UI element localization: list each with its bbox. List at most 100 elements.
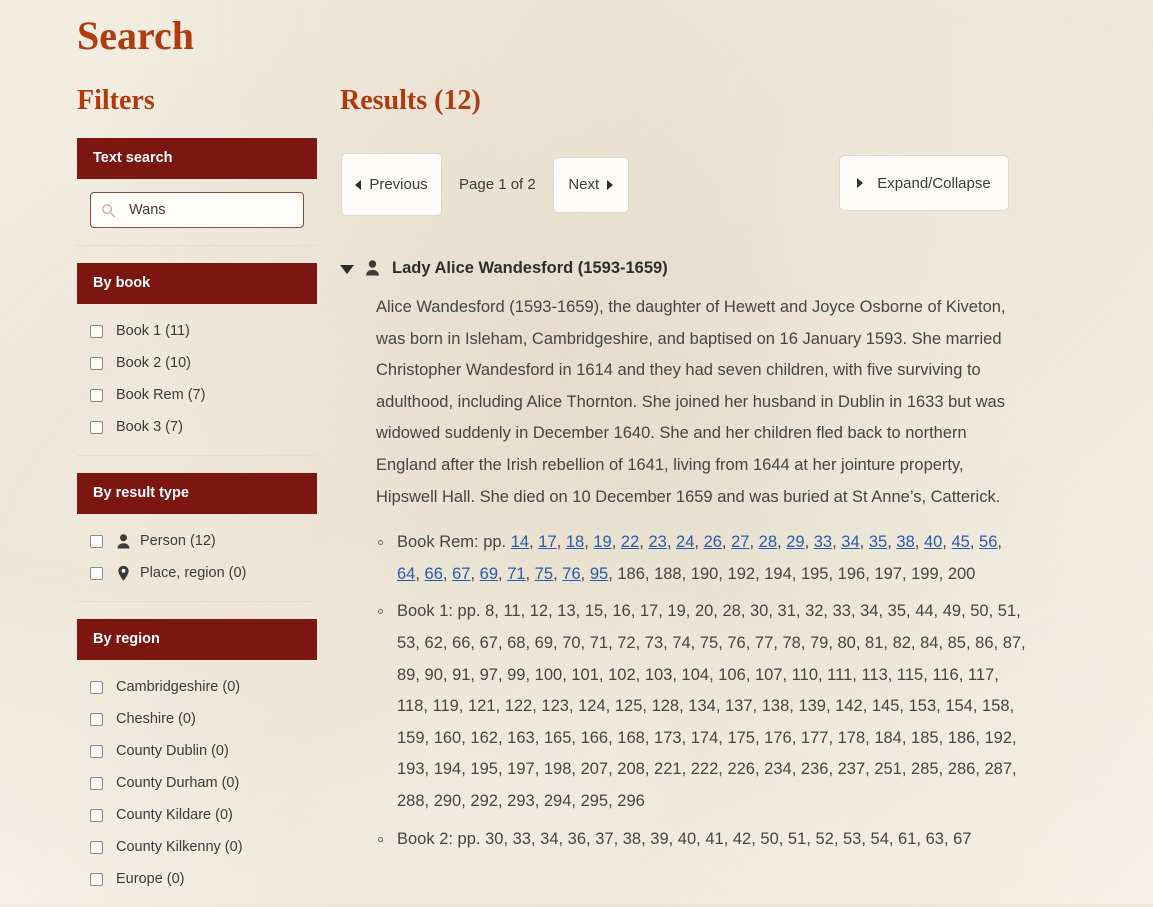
checkbox[interactable]	[90, 712, 103, 726]
page-link[interactable]: 56	[979, 533, 997, 551]
page-link[interactable]: 33	[814, 533, 832, 551]
checkbox[interactable]	[90, 324, 103, 338]
occurrence-book-label: Book 1: pp.	[397, 602, 481, 621]
page-link[interactable]: 29	[786, 533, 804, 551]
facet-header-by-result-type: By result type	[77, 473, 317, 514]
expand-collapse-button[interactable]: Expand/Collapse	[839, 155, 1009, 211]
pagination-controls: Previous Page 1 of 2 Next	[341, 153, 629, 216]
checkbox[interactable]	[90, 420, 103, 434]
page-link[interactable]: 34	[841, 533, 859, 551]
search-icon	[102, 203, 116, 217]
filter-option-label: Europe (0)	[116, 871, 185, 887]
facet-header-text-search: Text search	[77, 138, 317, 179]
checkbox[interactable]	[90, 388, 103, 402]
chevron-right-icon	[607, 179, 614, 190]
checkbox[interactable]	[90, 534, 103, 548]
chevron-down-icon[interactable]	[340, 264, 354, 274]
filter-option-label: Cheshire (0)	[116, 711, 196, 727]
page-link[interactable]: 67	[452, 565, 470, 583]
search-input-value: Wans	[129, 201, 166, 218]
list-item: Book 2: pp. 30, 33, 34, 36, 37, 38, 39, …	[376, 824, 1026, 856]
filters-sidebar: Text search Wans By book Book 1 (11) Boo…	[77, 138, 317, 907]
search-page: Search Filters Results (12) Text search …	[0, 0, 1153, 904]
filters-heading: Filters	[77, 85, 155, 116]
page-link[interactable]: 95	[590, 565, 608, 583]
filter-option-label: Book 3 (7)	[116, 419, 183, 435]
facet-header-by-region: By region	[77, 619, 317, 660]
filter-option-book-1[interactable]: Book 1 (11)	[77, 315, 317, 347]
page-link[interactable]: 24	[676, 533, 694, 551]
facet-divider	[77, 245, 317, 246]
filter-option-book-2[interactable]: Book 2 (10)	[77, 347, 317, 379]
filter-option-person[interactable]: Person (12)	[77, 525, 317, 557]
filter-option-label: Book Rem (7)	[116, 387, 206, 403]
filter-option-county-kilkenny[interactable]: County Kilkenny (0)	[77, 831, 317, 863]
page-link[interactable]: 27	[731, 533, 749, 551]
checkbox[interactable]	[90, 776, 103, 790]
checkbox[interactable]	[90, 566, 103, 580]
results-heading: Results (12)	[340, 85, 481, 116]
checkbox[interactable]	[90, 356, 103, 370]
filter-option-label: County Durham (0)	[116, 775, 240, 791]
filter-option-label: Book 2 (10)	[116, 355, 191, 371]
result-item: Lady Alice Wandesford (1593-1659) Alice …	[340, 254, 1026, 861]
chevron-right-icon	[857, 178, 864, 188]
filter-option-label: County Dublin (0)	[116, 743, 229, 759]
page-link[interactable]: 23	[648, 533, 666, 551]
page-link[interactable]: 35	[869, 533, 887, 551]
page-link[interactable]: 14	[511, 533, 529, 551]
list-item: Book Rem: pp. 14, 17, 18, 19, 22, 23, 24…	[376, 527, 1026, 590]
page-link[interactable]: 22	[621, 533, 639, 551]
occurrence-list: Book Rem: pp. 14, 17, 18, 19, 22, 23, 24…	[376, 527, 1026, 855]
page-link[interactable]: 64	[397, 565, 415, 583]
chevron-left-icon	[355, 179, 362, 190]
result-header[interactable]: Lady Alice Wandesford (1593-1659)	[340, 254, 1020, 282]
filter-option-county-kildare[interactable]: County Kildare (0)	[77, 799, 317, 831]
page-link[interactable]: 18	[566, 533, 584, 551]
page-link[interactable]: 19	[593, 533, 611, 551]
filter-option-county-dublin[interactable]: County Dublin (0)	[77, 735, 317, 767]
next-page-button[interactable]: Next	[552, 156, 629, 213]
checkbox[interactable]	[90, 680, 103, 694]
page-link[interactable]: 40	[924, 533, 942, 551]
filter-option-europe[interactable]: Europe (0)	[77, 863, 317, 895]
filter-option-county-durham[interactable]: County Durham (0)	[77, 767, 317, 799]
page-link[interactable]: 75	[535, 565, 553, 583]
page-link[interactable]: 45	[951, 533, 969, 551]
expand-collapse-label: Expand/Collapse	[877, 174, 991, 192]
filter-option-place-region[interactable]: Place, region (0)	[77, 557, 317, 589]
filter-option-label: Place, region (0)	[140, 565, 247, 581]
person-icon	[366, 260, 379, 276]
checkbox[interactable]	[90, 872, 103, 886]
page-title: Search	[77, 13, 195, 58]
page-link[interactable]: 66	[425, 565, 443, 583]
list-item: Book 1: pp. 8, 11, 12, 13, 15, 16, 17, 1…	[376, 596, 1026, 817]
page-link[interactable]: 69	[480, 565, 498, 583]
facet-divider	[77, 455, 317, 456]
checkbox[interactable]	[90, 808, 103, 822]
previous-page-label: Previous	[369, 176, 428, 193]
page-link[interactable]: 71	[507, 565, 525, 583]
occurrence-book-label: Book 2: pp.	[397, 829, 481, 848]
page-link[interactable]: 26	[704, 533, 722, 551]
filter-option-cambridgeshire[interactable]: Cambridgeshire (0)	[77, 671, 317, 703]
page-link[interactable]: 38	[896, 533, 914, 551]
checkbox[interactable]	[90, 840, 103, 854]
filter-option-book-3[interactable]: Book 3 (7)	[77, 411, 317, 443]
filter-option-label: County Kilkenny (0)	[116, 839, 243, 855]
page-link[interactable]: 17	[538, 533, 556, 551]
occurrence-pages: 8, 11, 12, 13, 15, 16, 17, 19, 20, 28, 3…	[397, 602, 1026, 810]
filter-option-label: Person (12)	[140, 533, 216, 549]
facet-divider	[77, 601, 317, 602]
result-title[interactable]: Lady Alice Wandesford (1593-1659)	[392, 259, 668, 278]
search-input[interactable]: Wans	[90, 192, 304, 228]
previous-page-button[interactable]: Previous	[341, 153, 442, 216]
filter-option-cheshire[interactable]: Cheshire (0)	[77, 703, 317, 735]
occurrence-book-label: Book Rem: pp.	[397, 533, 507, 552]
filter-option-book-rem[interactable]: Book Rem (7)	[77, 379, 317, 411]
map-pin-icon	[118, 565, 129, 581]
page-link[interactable]: 76	[562, 565, 580, 583]
checkbox[interactable]	[90, 744, 103, 758]
page-link[interactable]: 28	[759, 533, 777, 551]
facet-body-by-region: Cambridgeshire (0) Cheshire (0) County D…	[77, 660, 317, 907]
